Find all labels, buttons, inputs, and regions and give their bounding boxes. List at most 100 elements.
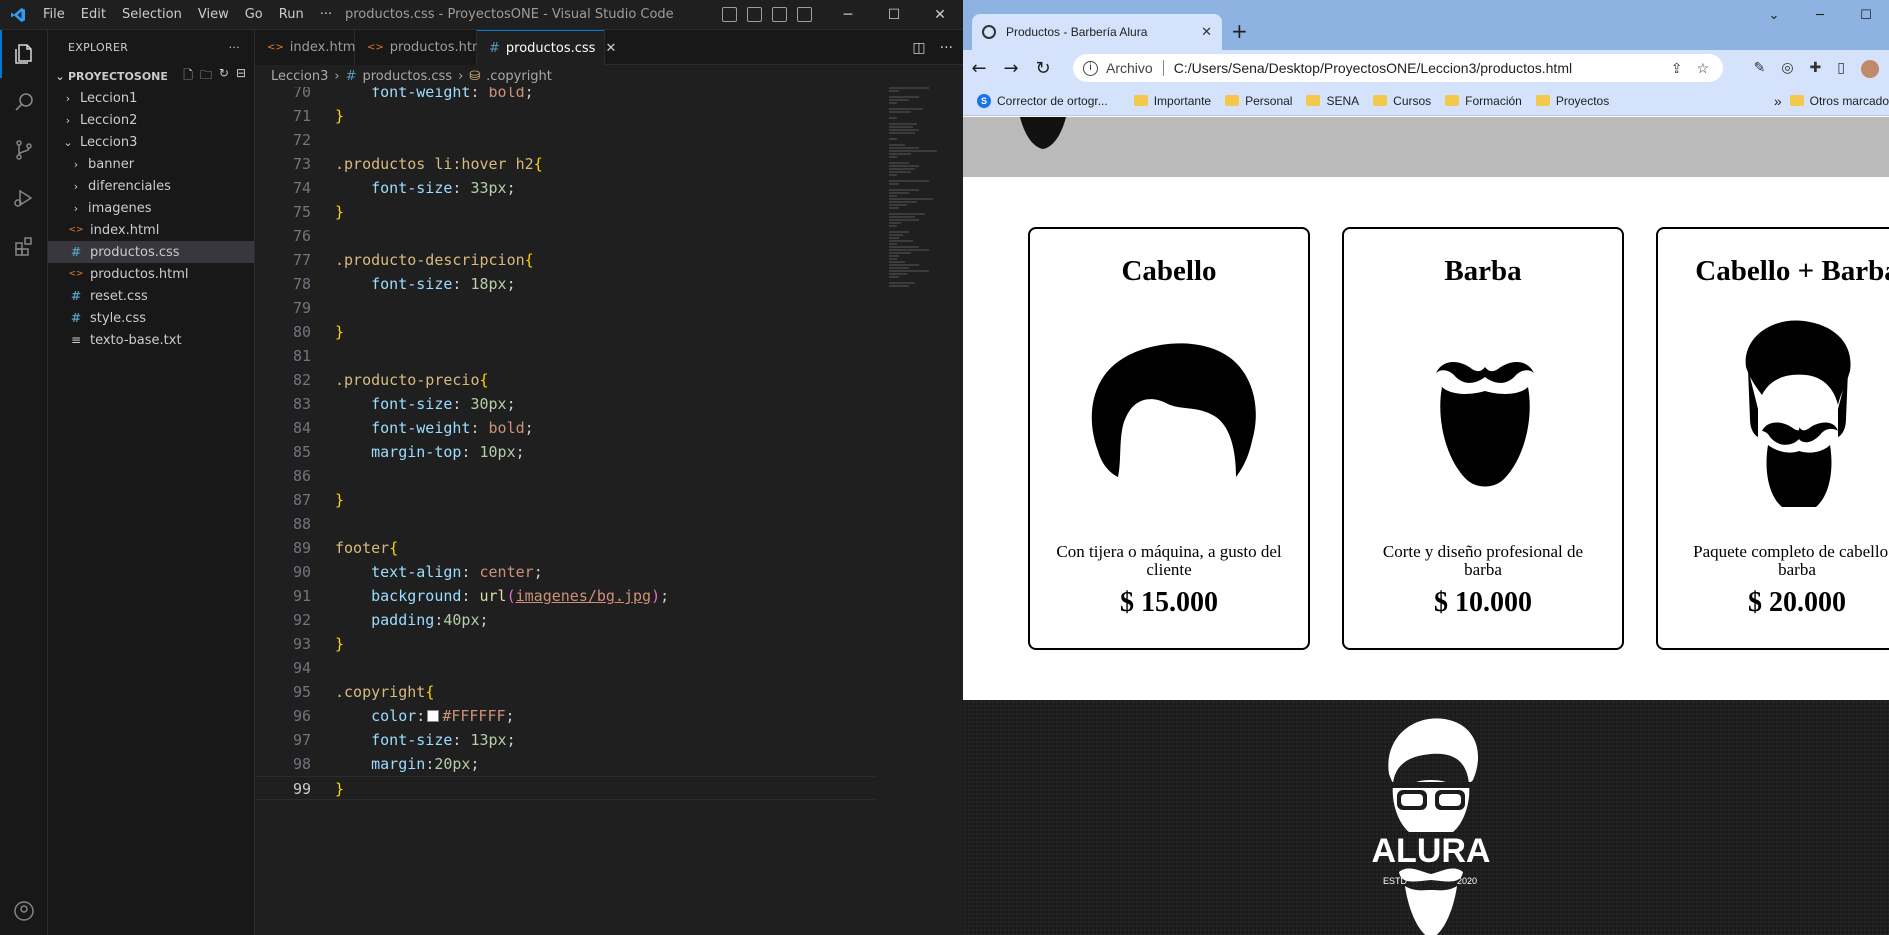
customize-layout-icon[interactable]: [797, 7, 812, 22]
minimap[interactable]: [889, 87, 963, 307]
tree-folder[interactable]: › imagenes: [48, 197, 254, 219]
workspace-root[interactable]: ⌄ PROYECTOSONE 🗋 🗀 ↻ ⊟: [48, 65, 254, 87]
bookmark-item[interactable]: Importante: [1133, 94, 1211, 108]
other-bookmarks[interactable]: Otros marcado: [1789, 94, 1889, 108]
puzzle-icon[interactable]: ✚: [1810, 60, 1822, 78]
menu-item[interactable]: Run: [271, 0, 312, 30]
txt-file-icon: ≡: [70, 333, 82, 347]
folder-icon: [1306, 95, 1321, 106]
eyedropper-icon[interactable]: ✎: [1754, 60, 1766, 78]
minimap-line: [889, 153, 911, 155]
bookmark-item[interactable]: Proyectos: [1535, 94, 1609, 108]
bookmark-item[interactable]: Cursos: [1373, 94, 1431, 108]
bookmarks-overflow-button[interactable]: »: [1774, 93, 1782, 109]
explorer-icon[interactable]: [0, 30, 48, 78]
product-card[interactable]: Barba Corte y diseño profesional de barba…: [1342, 227, 1624, 650]
site-info-icon[interactable]: i: [1083, 60, 1098, 76]
split-editor-icon[interactable]: ◫: [912, 40, 925, 56]
menu-item[interactable]: Selection: [114, 0, 190, 30]
chevron-right-icon: ›: [73, 179, 79, 193]
new-tab-button[interactable]: +: [1231, 19, 1248, 43]
menu-item[interactable]: File: [35, 0, 73, 30]
bookmark-item[interactable]: S Corrector de ortogr...: [977, 93, 1108, 108]
minimize-button[interactable]: ─: [825, 0, 871, 30]
toggle-panel-icon[interactable]: [747, 7, 762, 22]
code-editor[interactable]: 70 font-weight: bold; 71} 72 73 .productos l…: [255, 87, 963, 935]
refresh-icon[interactable]: ↻: [219, 66, 229, 87]
color-swatch-icon[interactable]: [427, 710, 440, 722]
menu-item[interactable]: ···: [312, 0, 340, 30]
close-button[interactable]: ✕: [917, 0, 963, 30]
browser-tab[interactable]: Productos - Barbería Alura ✕: [972, 14, 1222, 50]
new-file-icon[interactable]: 🗋: [183, 66, 193, 87]
toggle-secondary-sidebar-icon[interactable]: [772, 7, 787, 22]
folder-icon: [1225, 95, 1240, 106]
bookmark-star-icon[interactable]: ☆: [1696, 60, 1709, 77]
tree-file[interactable]: # reset.css: [48, 285, 254, 307]
page-viewport: Cabello Con tijera o máquina, a gusto del…: [963, 117, 1889, 935]
breadcrumb-symbol[interactable]: .copyright: [486, 69, 552, 84]
product-card[interactable]: Cabello Con tijera o máquina, a gusto del…: [1028, 227, 1310, 650]
editor-tab[interactable]: # productos.css ✕: [477, 30, 616, 65]
tree-folder[interactable]: ⌄ Leccion3: [48, 131, 254, 153]
breadcrumb-file[interactable]: productos.css: [363, 69, 453, 84]
extension-circle-icon[interactable]: ◎: [1781, 60, 1793, 78]
product-card[interactable]: Cabello + Barba Paquete completo de cabel…: [1656, 227, 1889, 650]
menu-item[interactable]: View: [190, 0, 237, 30]
extensions-icon[interactable]: [0, 222, 48, 270]
tree-file[interactable]: # style.css: [48, 307, 254, 329]
tree-folder[interactable]: › Leccion1: [48, 87, 254, 109]
bookmark-item[interactable]: SENA: [1306, 94, 1359, 108]
code-line: 91 background: url(imagenes/bg.jpg);: [255, 584, 875, 608]
tree-folder[interactable]: › banner: [48, 153, 254, 175]
toggle-primary-sidebar-icon[interactable]: [722, 7, 737, 22]
code-text: font-size: 18px;: [335, 272, 516, 296]
back-icon[interactable]: ←: [963, 58, 995, 79]
browser-minimize-button[interactable]: ─: [1797, 8, 1843, 23]
tree-file[interactable]: <> productos.html: [48, 263, 254, 285]
code-text: }: [335, 777, 344, 801]
tree-file[interactable]: # productos.css: [48, 241, 254, 263]
maximize-button[interactable]: ☐: [871, 0, 917, 30]
profile-avatar[interactable]: [1861, 60, 1879, 78]
close-icon[interactable]: ✕: [605, 41, 616, 56]
minimap-line: [889, 225, 897, 227]
minimap-line: [889, 213, 925, 215]
bookmark-item[interactable]: Formación: [1445, 94, 1522, 108]
code-token: :: [416, 707, 426, 725]
reload-icon[interactable]: ↻: [1027, 58, 1059, 79]
bookmark-item[interactable]: Personal: [1225, 94, 1292, 108]
folder-icon: [1445, 95, 1460, 106]
search-icon[interactable]: [0, 78, 48, 126]
share-icon[interactable]: ⇪: [1671, 60, 1683, 77]
more-actions-icon[interactable]: ···: [940, 40, 953, 56]
editor-tab[interactable]: <> productos.html: [355, 30, 488, 65]
forward-icon[interactable]: →: [995, 58, 1027, 79]
more-actions-icon[interactable]: ···: [229, 41, 240, 54]
close-tab-icon[interactable]: ✕: [1201, 24, 1212, 40]
header-logo-icon: [1020, 117, 1066, 149]
breadcrumb-folder[interactable]: Leccion3: [271, 69, 328, 84]
line-number: 78: [292, 275, 311, 293]
editor-tab[interactable]: <> index.html: [255, 30, 359, 65]
tree-folder[interactable]: › diferenciales: [48, 175, 254, 197]
source-control-icon[interactable]: [0, 126, 48, 174]
minimap-line: [889, 99, 909, 101]
menu-item[interactable]: Go: [237, 0, 271, 30]
menu-item[interactable]: Edit: [73, 0, 114, 30]
code-token: 18px: [470, 275, 507, 293]
tree-folder[interactable]: › Leccion2: [48, 109, 254, 131]
run-debug-icon[interactable]: [0, 174, 48, 222]
accounts-icon[interactable]: [0, 887, 48, 935]
tree-file[interactable]: ≡ texto-base.txt: [48, 329, 254, 351]
line-number: 81: [292, 347, 311, 365]
browser-maximize-button[interactable]: ☐: [1843, 8, 1889, 23]
side-panel-icon[interactable]: ▯: [1837, 60, 1845, 78]
tree-file[interactable]: <> index.html: [48, 219, 254, 241]
minimap-line: [889, 273, 907, 275]
address-bar[interactable]: i Archivo C:/Users/Sena/Desktop/Proyecto…: [1073, 54, 1723, 82]
collapse-all-icon[interactable]: ⊟: [236, 66, 246, 87]
new-folder-icon[interactable]: 🗀: [200, 66, 212, 87]
tab-search-icon[interactable]: ⌄: [1751, 8, 1797, 23]
